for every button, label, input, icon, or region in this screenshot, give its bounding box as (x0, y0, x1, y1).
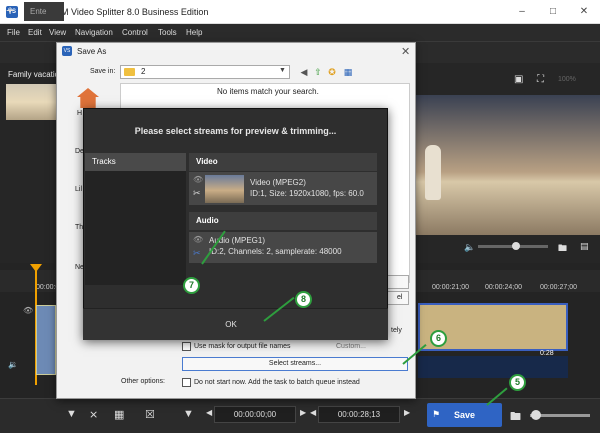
mask-label: Use mask for output file names (194, 343, 291, 350)
remove-filter-icon[interactable]: ⨯ (89, 408, 98, 421)
project-thumbnail[interactable] (6, 84, 56, 120)
menu-file[interactable]: File (7, 28, 20, 37)
audio-waveform[interactable] (418, 356, 568, 378)
folder-open-icon[interactable]: 🖿 (558, 241, 567, 257)
fullscreen-icon[interactable]: ⛶ (537, 74, 544, 85)
audio-header: Audio (189, 212, 377, 230)
up-folder-icon[interactable]: ⇧ (312, 66, 324, 78)
crop-icon[interactable]: ▣ (514, 74, 523, 85)
tracks-header[interactable]: Tracks (85, 153, 186, 171)
save-in-dropdown[interactable]: 2 (120, 65, 290, 79)
view-menu-icon[interactable]: ▦ (342, 66, 354, 78)
other-options-label: Other options: (121, 378, 165, 385)
dialog-title: Save As (77, 47, 107, 56)
project-name: Family vacatio (8, 70, 60, 79)
place-label[interactable]: Th (75, 224, 83, 231)
callout-badge: 7 (183, 277, 200, 294)
chevron-down-icon[interactable]: ▼ (279, 67, 286, 74)
ok-button[interactable]: OK (196, 313, 266, 335)
place-label[interactable]: H (77, 110, 82, 117)
callout-badge: 6 (430, 330, 447, 347)
tracks-panel (85, 153, 186, 285)
filter-icon[interactable]: ▼ (66, 408, 77, 420)
menu-edit[interactable]: Edit (28, 28, 42, 37)
tick-label: 00:00:27;00 (540, 284, 577, 291)
video-thumbnail (205, 175, 244, 203)
volume-icon[interactable]: 🔈 (464, 242, 475, 253)
tab-entered[interactable]: Ente (24, 2, 64, 21)
dialog-logo: VS (62, 46, 72, 56)
snapshot-icon[interactable]: ▤ (580, 241, 589, 252)
minimize-button[interactable]: – (512, 4, 532, 20)
video-figure (425, 145, 441, 200)
prev-frame-icon[interactable]: ◀ (206, 408, 212, 417)
next-frame-end-icon[interactable]: ▶ (404, 408, 410, 417)
preview-controls (416, 235, 600, 263)
add-tab-button[interactable]: + (6, 3, 14, 17)
place-label[interactable]: Lil (75, 186, 82, 193)
maximize-button[interactable]: □ (543, 4, 563, 20)
new-folder-icon[interactable]: ✪ (326, 66, 338, 78)
end-time-field[interactable]: 00:00:28;13 (318, 406, 400, 423)
menu-tools[interactable]: Tools (158, 28, 177, 37)
video-stream-info: ID:1, Size: 1920x1080, fps: 60.0 (250, 189, 364, 198)
tick-label: 00:00:21;00 (432, 284, 469, 291)
scissors-icon[interactable]: ✂ (193, 188, 201, 199)
eye-icon[interactable]: 👁 (193, 235, 203, 244)
menu-control[interactable]: Control (122, 28, 148, 37)
menu-help[interactable]: Help (186, 28, 202, 37)
scissors-icon[interactable]: ✂ (193, 248, 201, 259)
custom-button[interactable]: Custom... (336, 343, 366, 350)
save-in-label: Save in: (90, 68, 116, 75)
preview-video (416, 95, 600, 235)
callout-badge: 8 (295, 291, 312, 308)
zoom-level[interactable]: 100% (558, 76, 576, 83)
callout-badge: 5 (509, 374, 526, 391)
zoom-knob[interactable] (531, 410, 541, 420)
audio-icon[interactable]: 🔉 (8, 360, 18, 369)
option-label: tely (391, 327, 402, 334)
eye-icon[interactable]: 👁 (23, 306, 33, 315)
cancel-label: el (397, 294, 403, 301)
dialog-close-button[interactable]: ✕ (401, 45, 410, 58)
prev-frame-end-icon[interactable]: ◀ (310, 408, 316, 417)
select-streams-button[interactable]: Select streams... (182, 357, 408, 371)
menu-navigation[interactable]: Navigation (75, 28, 113, 37)
batch-queue-label: Do not start now. Add the task to batch … (194, 379, 360, 386)
marker-icon[interactable]: ▦ (114, 408, 124, 421)
output-folder-icon[interactable]: 🖿 (510, 408, 521, 427)
empty-message: No items match your search. (217, 87, 319, 96)
volume-knob[interactable] (512, 242, 520, 250)
close-button[interactable]: ✕ (574, 4, 594, 20)
video-header: Video (189, 153, 377, 171)
clip-start[interactable] (36, 305, 56, 375)
start-time-field[interactable]: 00:00:00;00 (214, 406, 296, 423)
audio-stream-info: ID:2, Channels: 2, samplerate: 48000 (209, 247, 342, 256)
dropdown-arrow-icon[interactable]: ▼ (183, 408, 194, 420)
batch-queue-checkbox[interactable] (182, 378, 191, 387)
batch-icon[interactable]: ⚑ (432, 409, 440, 420)
back-icon[interactable]: ◀ (298, 66, 310, 78)
folder-icon (124, 68, 135, 76)
mask-checkbox[interactable] (182, 342, 191, 351)
video-stream-name: Video (MPEG2) (250, 178, 306, 187)
mute-icon[interactable]: ☒ (145, 408, 155, 421)
eye-icon[interactable]: 👁 (193, 175, 203, 184)
next-frame-icon[interactable]: ▶ (300, 408, 306, 417)
tick-label: 00:00:24;00 (485, 284, 522, 291)
streams-title: Please select streams for preview & trim… (134, 126, 337, 136)
save-dialog-button[interactable] (385, 275, 409, 289)
menu-view[interactable]: View (49, 28, 66, 37)
